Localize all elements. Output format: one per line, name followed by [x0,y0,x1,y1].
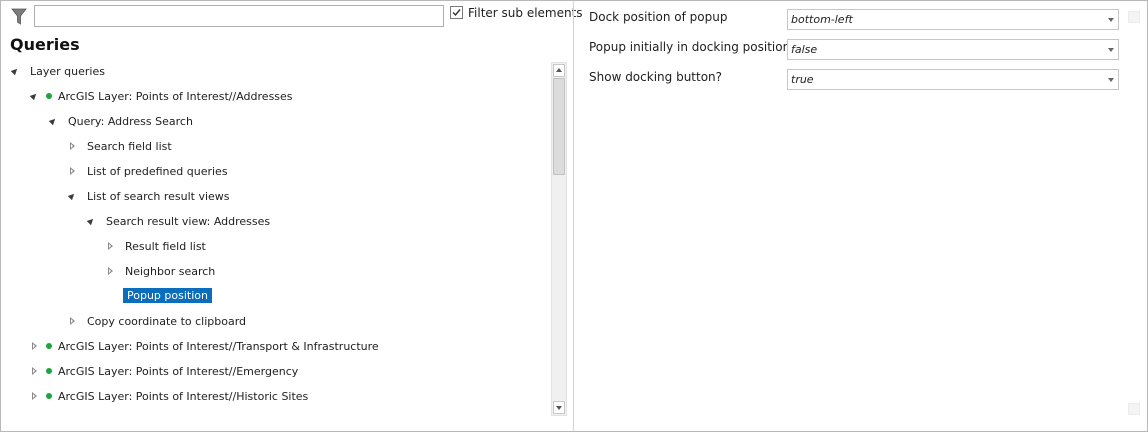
property-label: Show docking button? [589,70,723,84]
expand-arrow-icon[interactable] [108,267,113,275]
tree-node[interactable]: Copy coordinate to clipboard [1,312,549,332]
tree-node-label[interactable]: ArcGIS Layer: Points of Interest//Histor… [58,390,308,403]
layer-status-dot-icon [46,343,52,349]
tree-node[interactable]: ArcGIS Layer: Points of Interest//Emerge… [1,362,549,382]
expand-arrow-icon[interactable] [32,392,37,400]
tree-node-label[interactable]: ArcGIS Layer: Points of Interest//Emerge… [58,365,298,378]
layer-status-dot-icon [46,393,52,399]
property-dropdown[interactable]: true [787,69,1119,90]
tree-node[interactable]: Popup position [1,287,549,307]
property-dropdown[interactable]: false [787,39,1119,60]
scroll-down-icon [556,406,562,410]
properties-scroll-up[interactable] [1128,11,1140,23]
tree-node[interactable]: Layer queries [1,62,549,82]
layer-status-dot-icon [46,368,52,374]
expand-arrow-icon[interactable] [70,167,75,175]
tree-node[interactable]: ArcGIS Layer: Points of Interest//Addres… [1,87,549,107]
tree-node[interactable]: ArcGIS Layer: Points of Interest//Transp… [1,337,549,357]
tree-node-label[interactable]: Copy coordinate to clipboard [87,315,246,328]
filter-input[interactable] [34,5,444,27]
chevron-down-icon[interactable] [1108,78,1114,82]
properties-scroll-down[interactable] [1128,403,1140,415]
tree-node-label[interactable]: ArcGIS Layer: Points of Interest//Addres… [58,90,293,103]
tree-scrollbar[interactable] [551,62,567,416]
collapse-arrow-icon[interactable] [48,116,58,126]
expand-arrow-icon[interactable] [70,317,75,325]
tree-node[interactable]: Result field list [1,237,549,257]
scroll-thumb[interactable] [553,78,565,175]
property-label: Popup initially in docking position? [589,40,797,54]
scroll-up-icon [556,68,562,72]
queries-pane: Filter sub elements Queries Layer querie… [1,1,583,431]
tree-node[interactable]: Query: Address Search [1,112,549,132]
property-label: Dock position of popup [589,10,728,24]
tree-node[interactable]: ArcGIS Layer: Points of Interest//Histor… [1,387,549,407]
chevron-down-icon[interactable] [1108,18,1114,22]
expand-arrow-icon[interactable] [70,142,75,150]
tree-node-label[interactable]: Query: Address Search [68,115,193,128]
page-title: Queries [10,35,80,54]
tree-node-label[interactable]: Result field list [125,240,206,253]
tree-node-label[interactable]: Search result view: Addresses [106,215,270,228]
expand-arrow-icon[interactable] [32,342,37,350]
filter-sub-elements-checkbox[interactable] [450,6,463,19]
property-dropdown[interactable]: bottom-left [787,9,1119,30]
collapse-arrow-icon[interactable] [67,191,77,201]
tree-node[interactable]: List of search result views [1,187,549,207]
tree-node[interactable]: Search result view: Addresses [1,212,549,232]
property-value: bottom-left [791,13,853,26]
tree-node-label[interactable]: List of search result views [87,190,230,203]
collapse-arrow-icon[interactable] [10,66,20,76]
properties-pane: Dock position of popup bottom-left Popup i… [574,1,1147,431]
collapse-arrow-icon[interactable] [86,216,96,226]
tree-node-label[interactable]: List of predefined queries [87,165,228,178]
tree-node-label[interactable]: Neighbor search [125,265,215,278]
property-value: false [791,43,818,56]
filter-sub-elements-label[interactable]: Filter sub elements [468,6,583,20]
scroll-down-button[interactable] [553,401,565,414]
tree-node[interactable]: List of predefined queries [1,162,549,182]
tree-node-label[interactable]: Layer queries [30,65,105,78]
tree-node-label[interactable]: Search field list [87,140,172,153]
property-value: true [791,73,814,86]
expand-arrow-icon[interactable] [32,367,37,375]
app-window: Filter sub elements Queries Layer querie… [0,0,1148,432]
tree-node-label[interactable]: ArcGIS Layer: Points of Interest//Transp… [58,340,379,353]
scroll-up-button[interactable] [553,64,565,77]
properties-scrollbar[interactable] [1126,11,1142,416]
tree-node[interactable]: Search field list [1,137,549,157]
expand-arrow-icon[interactable] [108,242,113,250]
filter-icon[interactable] [11,8,27,26]
chevron-down-icon[interactable] [1108,48,1114,52]
tree-node[interactable]: Neighbor search [1,262,549,282]
collapse-arrow-icon[interactable] [29,91,39,101]
tree-node-label[interactable]: Popup position [123,288,212,303]
layer-status-dot-icon [46,93,52,99]
queries-tree: Layer queries ArcGIS Layer: Points of Int… [1,62,549,417]
